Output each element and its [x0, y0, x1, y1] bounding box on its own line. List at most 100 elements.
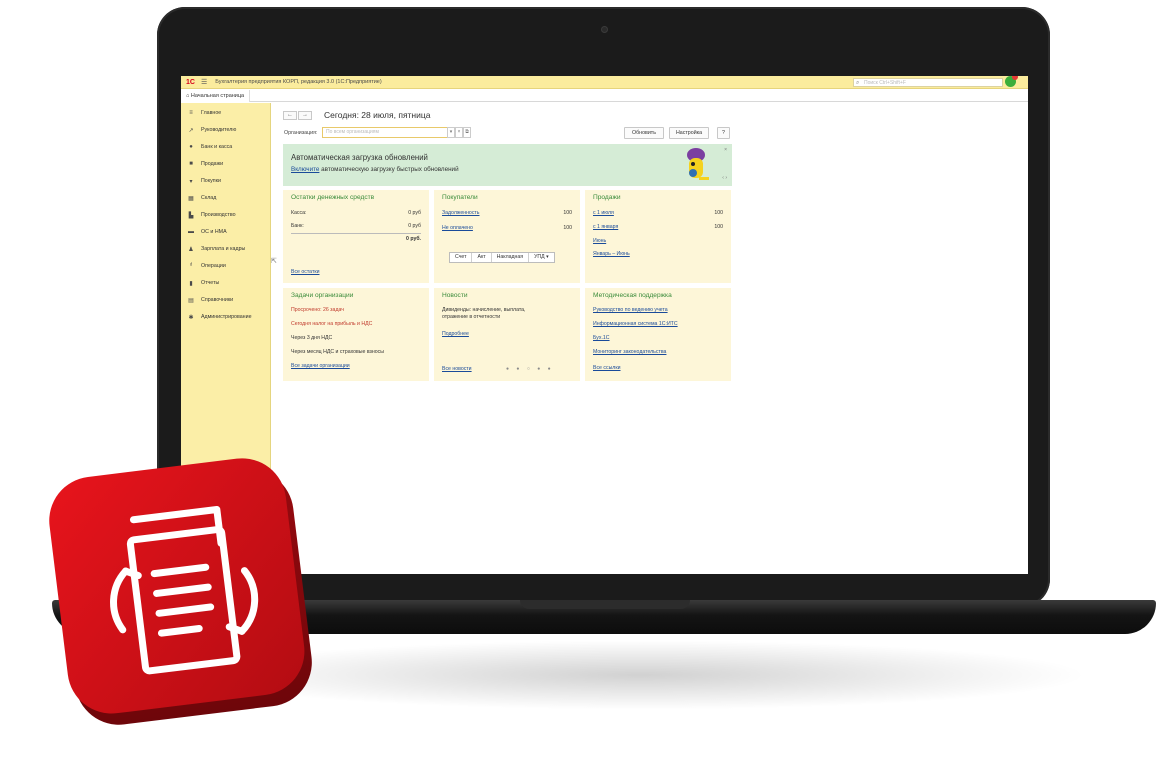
sidebar-item-reports[interactable]: ▮ Отчеты — [181, 276, 271, 290]
card-buyers: Покупатели Задолженность 100 Не оплачено… — [434, 190, 580, 283]
search-placeholder: Поиск Ctrl+Shift+F — [864, 80, 906, 86]
sidebar-item-label: Справочники — [201, 297, 234, 303]
mouse-cursor-icon: ⇱ — [271, 258, 277, 265]
sidebar-item-admin[interactable]: ✱ Администрирование — [181, 310, 271, 324]
task-line: Просрочено: 26 задач — [291, 307, 344, 313]
sidebar-item-label: Операции — [201, 263, 226, 269]
org-label: Организация: — [284, 130, 318, 136]
card-tasks: Задачи организации Просрочено: 26 задач … — [283, 288, 429, 381]
back-button[interactable]: ← — [283, 111, 297, 120]
logo-1c: 1С — [186, 78, 195, 86]
arrow-left-icon: ← — [287, 112, 293, 118]
news-more-link[interactable]: Подробнее — [442, 331, 469, 337]
sales-january-link[interactable]: с 1 января — [593, 224, 618, 230]
camera-icon — [601, 26, 608, 33]
dropdown-icon[interactable]: ▾ — [447, 127, 455, 138]
tab-home[interactable]: ⌂ Начальная страница — [181, 90, 251, 102]
search-icon: ⌕ — [856, 80, 860, 86]
enable-updates-link[interactable]: Включите — [291, 166, 319, 173]
sidebar-item-production[interactable]: ▙ Производство — [181, 208, 271, 222]
banner-pager[interactable]: ‹ › — [722, 175, 727, 181]
invoice-button[interactable]: Счет — [450, 253, 473, 262]
task-line: Через месяц НДС и страховые взносы — [291, 349, 384, 355]
person-icon: ♟ — [188, 246, 194, 253]
trend-icon: ↗ — [188, 127, 194, 134]
sales-july-link[interactable]: с 1 июля — [593, 210, 614, 216]
waybill-button[interactable]: Накладная — [492, 253, 530, 262]
sales-june-link[interactable]: Июнь — [593, 238, 606, 244]
tab-home-label: Начальная страница — [190, 93, 245, 99]
upd-button[interactable]: УПД ▾ — [529, 253, 554, 262]
floor-shadow — [190, 640, 1090, 710]
all-news-link[interactable]: Все новости — [442, 366, 472, 372]
sidebar-item-sales[interactable]: ■ Продажи — [181, 157, 271, 171]
sidebar-item-manager[interactable]: ↗ Руководителю — [181, 123, 271, 137]
refresh-button[interactable]: Обновить — [624, 127, 664, 139]
all-links-link[interactable]: Все ссылки — [593, 365, 621, 371]
bank-row-label: Банк: — [291, 223, 304, 229]
sidebar-item-label: Главное — [201, 110, 222, 116]
sidebar-item-purchases[interactable]: ▾ Покупки — [181, 174, 271, 188]
coin-icon: ● — [189, 144, 193, 150]
card-title: Методическая поддержка — [593, 292, 672, 299]
sidebar-item-catalogs[interactable]: ▤ Справочники — [181, 293, 271, 307]
sidebar-item-main[interactable]: ≡ Главное — [181, 106, 271, 120]
laptop-hinge-notch — [520, 600, 690, 609]
card-title: Остатки денежных средств — [291, 194, 375, 201]
banner-text-rest: автоматическую загрузку быстрых обновлен… — [319, 166, 459, 173]
divider — [291, 233, 421, 234]
card-sales: Продажи с 1 июля 100 с 1 января 100 Июнь… — [585, 190, 731, 283]
sidebar-item-bank[interactable]: ● Банк и касса — [181, 140, 271, 154]
warehouse-icon: ▦ — [188, 195, 194, 202]
sidebar-item-warehouse[interactable]: ▦ Склад — [181, 191, 271, 205]
support-link[interactable]: Информационная система 1С:ИТС — [593, 321, 678, 327]
bank-row-value: 0 руб — [408, 223, 421, 229]
task-line: Сегодня налог на прибыль и НДС — [291, 321, 373, 327]
bag-icon: ■ — [189, 161, 193, 167]
sidebar-item-label: Склад — [201, 195, 217, 201]
sidebar-item-label: Производство — [201, 212, 236, 218]
help-button[interactable]: ? — [717, 127, 730, 139]
gear-icon: ✱ — [188, 314, 194, 321]
card-cash-balances: Остатки денежных средств Касса: 0 руб Ба… — [283, 190, 429, 283]
updates-banner: Автоматическая загрузка обновлений Включ… — [283, 144, 732, 186]
banner-title: Автоматическая загрузка обновлений — [291, 153, 428, 162]
support-link[interactable]: Руководство по ведению учета — [593, 307, 668, 313]
sidebar-item-assets[interactable]: ▬ ОС и НМА — [181, 225, 271, 239]
sidebar-item-label: Покупки — [201, 178, 221, 184]
act-button[interactable]: Акт — [472, 253, 492, 262]
main-area: ← → Сегодня: 28 июля, пятница Организаци… — [271, 103, 1028, 574]
sidebar-item-label: ОС и НМА — [201, 229, 227, 235]
sidebar-item-salary[interactable]: ♟ Зарплата и кадры — [181, 242, 271, 256]
bar-chart-icon: ▮ — [189, 280, 193, 287]
all-tasks-link[interactable]: Все задачи организации — [291, 363, 350, 369]
page-title: Сегодня: 28 июля, пятница — [324, 110, 431, 120]
banner-close-button[interactable]: × — [724, 147, 727, 153]
sidebar-item-operations[interactable]: ᵈ Операции — [181, 259, 271, 273]
sales-january-value: 100 — [714, 224, 723, 230]
settings-button[interactable]: Настройка — [669, 127, 709, 139]
org-select-input[interactable]: По всем организациям — [322, 127, 448, 138]
cash-total: 0 руб. — [406, 236, 421, 242]
forward-button[interactable]: → — [298, 111, 312, 120]
sales-july-value: 100 — [714, 210, 723, 216]
task-line: Через 3 дня НДС — [291, 335, 333, 341]
sidebar-item-label: Банк и касса — [201, 144, 233, 150]
news-pager-dots[interactable]: ● ● ○ ● ● — [506, 366, 554, 372]
support-link[interactable]: Бух.1С — [593, 335, 610, 341]
support-link[interactable]: Мониторинг законодательства — [593, 349, 666, 355]
notification-badge — [1012, 76, 1018, 80]
card-title: Покупатели — [442, 194, 478, 201]
promo-scene: 1С ☰ Бухгалтерия предприятия КОРП, редак… — [0, 0, 1170, 777]
main-menu-icon[interactable]: ☰ — [201, 78, 207, 86]
sales-half-year-link[interactable]: Январь – Июнь — [593, 251, 630, 257]
global-search-input[interactable]: ⌕ Поиск Ctrl+Shift+F — [853, 78, 1003, 87]
unpaid-link[interactable]: Не оплачено — [442, 225, 473, 231]
open-icon[interactable]: ⧉ — [463, 127, 471, 138]
menu-lines-icon: ≡ — [189, 110, 193, 116]
truck-icon: ▬ — [188, 229, 194, 235]
clear-icon[interactable]: × — [455, 127, 463, 138]
debt-link[interactable]: Задолженность — [442, 210, 480, 216]
all-balances-link[interactable]: Все остатки — [291, 269, 320, 275]
news-text: Дивиденды: начисление, выплата, — [442, 307, 526, 313]
